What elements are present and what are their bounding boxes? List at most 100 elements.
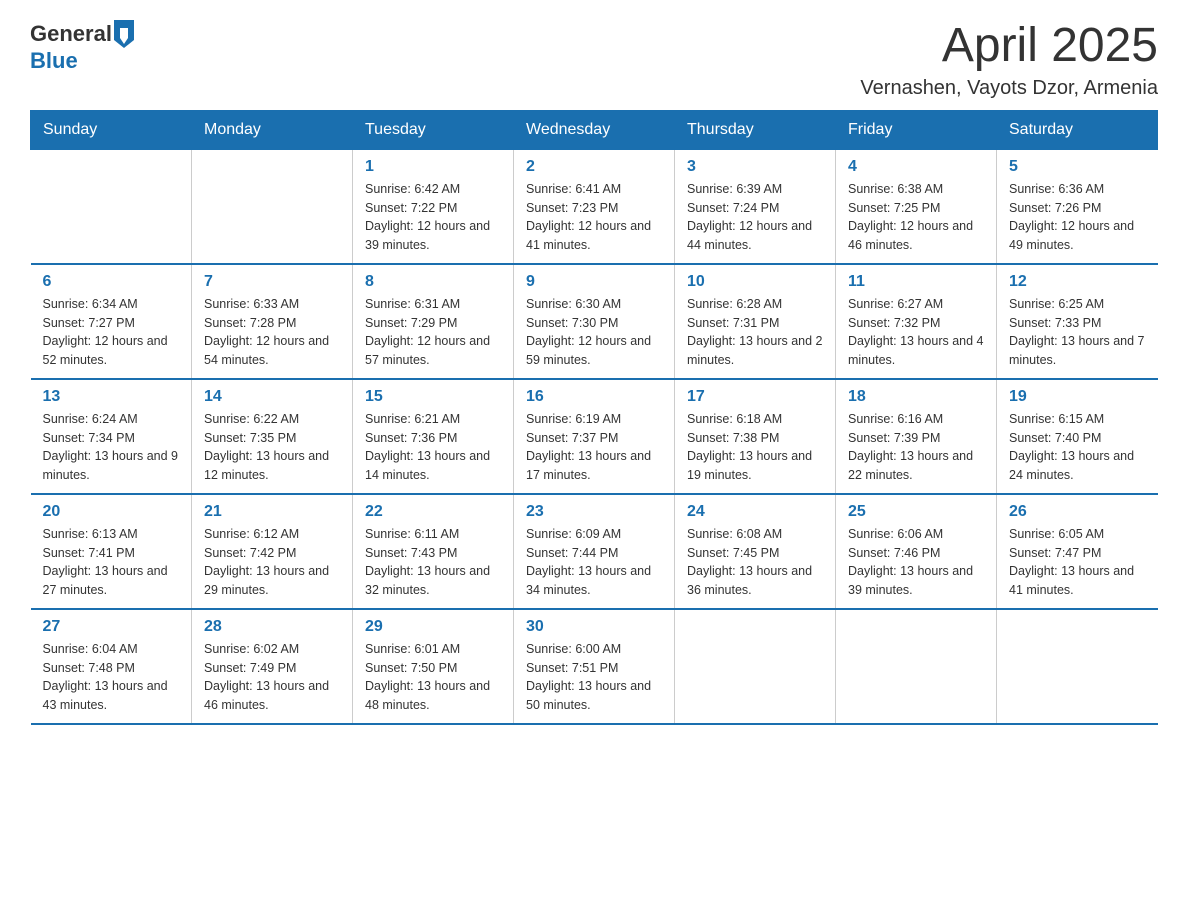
calendar-week-row: 1 Sunrise: 6:42 AMSunset: 7:22 PMDaylight… xyxy=(31,149,1158,264)
calendar-cell: 14 Sunrise: 6:22 AMSunset: 7:35 PMDayligh… xyxy=(192,379,353,494)
day-info: Sunrise: 6:04 AMSunset: 7:48 PMDaylight:… xyxy=(43,640,180,715)
day-info: Sunrise: 6:11 AMSunset: 7:43 PMDaylight:… xyxy=(365,525,501,600)
day-number: 22 xyxy=(365,503,501,521)
day-number: 13 xyxy=(43,388,180,406)
day-info: Sunrise: 6:30 AMSunset: 7:30 PMDaylight:… xyxy=(526,295,662,370)
day-number: 5 xyxy=(1009,158,1146,176)
logo-blue: Blue xyxy=(30,48,78,73)
title-block: April 2025 Vernashen, Vayots Dzor, Armen… xyxy=(860,20,1158,100)
day-info: Sunrise: 6:00 AMSunset: 7:51 PMDaylight:… xyxy=(526,640,662,715)
calendar-cell xyxy=(192,149,353,264)
day-info: Sunrise: 6:38 AMSunset: 7:25 PMDaylight:… xyxy=(848,180,984,255)
calendar-week-row: 20 Sunrise: 6:13 AMSunset: 7:41 PMDayligh… xyxy=(31,494,1158,609)
day-number: 30 xyxy=(526,618,662,636)
calendar-cell: 8 Sunrise: 6:31 AMSunset: 7:29 PMDaylight… xyxy=(353,264,514,379)
calendar-day-header-thursday: Thursday xyxy=(675,110,836,149)
calendar-cell: 7Sunrise: 6:33 AMSunset: 7:28 PMDaylight… xyxy=(192,264,353,379)
calendar-cell: 11 Sunrise: 6:27 AMSunset: 7:32 PMDayligh… xyxy=(836,264,997,379)
calendar-cell: 27 Sunrise: 6:04 AMSunset: 7:48 PMDayligh… xyxy=(31,609,192,724)
calendar-cell xyxy=(997,609,1158,724)
day-number: 9 xyxy=(526,273,662,291)
day-number: 27 xyxy=(43,618,180,636)
day-number: 7 xyxy=(204,273,340,291)
calendar-cell: 24Sunrise: 6:08 AMSunset: 7:45 PMDayligh… xyxy=(675,494,836,609)
calendar-cell: 3Sunrise: 6:39 AMSunset: 7:24 PMDaylight… xyxy=(675,149,836,264)
day-info: Sunrise: 6:31 AMSunset: 7:29 PMDaylight:… xyxy=(365,295,501,370)
day-info: Sunrise: 6:05 AMSunset: 7:47 PMDaylight:… xyxy=(1009,525,1146,600)
day-info: Sunrise: 6:28 AMSunset: 7:31 PMDaylight:… xyxy=(687,295,823,370)
day-info: Sunrise: 6:21 AMSunset: 7:36 PMDaylight:… xyxy=(365,410,501,485)
calendar-cell: 2 Sunrise: 6:41 AMSunset: 7:23 PMDaylight… xyxy=(514,149,675,264)
day-number: 10 xyxy=(687,273,823,291)
day-number: 6 xyxy=(43,273,180,291)
day-info: Sunrise: 6:06 AMSunset: 7:46 PMDaylight:… xyxy=(848,525,984,600)
calendar-week-row: 6 Sunrise: 6:34 AMSunset: 7:27 PMDaylight… xyxy=(31,264,1158,379)
logo-icon xyxy=(114,20,134,48)
calendar-cell xyxy=(836,609,997,724)
day-number: 20 xyxy=(43,503,180,521)
day-info: Sunrise: 6:22 AMSunset: 7:35 PMDaylight:… xyxy=(204,410,340,485)
day-number: 16 xyxy=(526,388,662,406)
day-number: 23 xyxy=(526,503,662,521)
day-info: Sunrise: 6:16 AMSunset: 7:39 PMDaylight:… xyxy=(848,410,984,485)
calendar-cell: 18 Sunrise: 6:16 AMSunset: 7:39 PMDayligh… xyxy=(836,379,997,494)
calendar-day-header-wednesday: Wednesday xyxy=(514,110,675,149)
day-info: Sunrise: 6:01 AMSunset: 7:50 PMDaylight:… xyxy=(365,640,501,715)
day-number: 2 xyxy=(526,158,662,176)
day-info: Sunrise: 6:08 AMSunset: 7:45 PMDaylight:… xyxy=(687,525,823,600)
calendar-cell: 29 Sunrise: 6:01 AMSunset: 7:50 PMDayligh… xyxy=(353,609,514,724)
day-number: 8 xyxy=(365,273,501,291)
calendar-cell: 22 Sunrise: 6:11 AMSunset: 7:43 PMDayligh… xyxy=(353,494,514,609)
day-info: Sunrise: 6:24 AMSunset: 7:34 PMDaylight:… xyxy=(43,410,180,485)
calendar-cell: 23Sunrise: 6:09 AMSunset: 7:44 PMDayligh… xyxy=(514,494,675,609)
calendar-cell: 21Sunrise: 6:12 AMSunset: 7:42 PMDayligh… xyxy=(192,494,353,609)
calendar-body: 1 Sunrise: 6:42 AMSunset: 7:22 PMDaylight… xyxy=(31,149,1158,724)
calendar-cell: 15 Sunrise: 6:21 AMSunset: 7:36 PMDayligh… xyxy=(353,379,514,494)
calendar-week-row: 13 Sunrise: 6:24 AMSunset: 7:34 PMDayligh… xyxy=(31,379,1158,494)
day-number: 19 xyxy=(1009,388,1146,406)
day-number: 11 xyxy=(848,273,984,291)
day-number: 15 xyxy=(365,388,501,406)
page-header: General Blue April 2025 Vernashen, Vayot… xyxy=(30,20,1158,100)
day-info: Sunrise: 6:13 AMSunset: 7:41 PMDaylight:… xyxy=(43,525,180,600)
calendar-cell xyxy=(31,149,192,264)
day-info: Sunrise: 6:36 AMSunset: 7:26 PMDaylight:… xyxy=(1009,180,1146,255)
calendar-cell: 25 Sunrise: 6:06 AMSunset: 7:46 PMDayligh… xyxy=(836,494,997,609)
day-number: 1 xyxy=(365,158,501,176)
logo: General Blue xyxy=(30,20,132,74)
calendar-cell: 4 Sunrise: 6:38 AMSunset: 7:25 PMDaylight… xyxy=(836,149,997,264)
calendar-day-header-friday: Friday xyxy=(836,110,997,149)
day-info: Sunrise: 6:02 AMSunset: 7:49 PMDaylight:… xyxy=(204,640,340,715)
calendar-header: SundayMondayTuesdayWednesdayThursdayFrid… xyxy=(31,110,1158,149)
calendar-cell: 9 Sunrise: 6:30 AMSunset: 7:30 PMDaylight… xyxy=(514,264,675,379)
day-number: 17 xyxy=(687,388,823,406)
day-number: 18 xyxy=(848,388,984,406)
calendar-cell: 1 Sunrise: 6:42 AMSunset: 7:22 PMDaylight… xyxy=(353,149,514,264)
page-subtitle: Vernashen, Vayots Dzor, Armenia xyxy=(860,77,1158,100)
calendar-cell: 16Sunrise: 6:19 AMSunset: 7:37 PMDayligh… xyxy=(514,379,675,494)
day-info: Sunrise: 6:39 AMSunset: 7:24 PMDaylight:… xyxy=(687,180,823,255)
day-number: 28 xyxy=(204,618,340,636)
day-info: Sunrise: 6:15 AMSunset: 7:40 PMDaylight:… xyxy=(1009,410,1146,485)
calendar-cell: 6 Sunrise: 6:34 AMSunset: 7:27 PMDaylight… xyxy=(31,264,192,379)
day-number: 4 xyxy=(848,158,984,176)
calendar-cell: 5 Sunrise: 6:36 AMSunset: 7:26 PMDaylight… xyxy=(997,149,1158,264)
calendar-cell: 30 Sunrise: 6:00 AMSunset: 7:51 PMDayligh… xyxy=(514,609,675,724)
day-number: 25 xyxy=(848,503,984,521)
day-info: Sunrise: 6:41 AMSunset: 7:23 PMDaylight:… xyxy=(526,180,662,255)
calendar-table: SundayMondayTuesdayWednesdayThursdayFrid… xyxy=(30,110,1158,725)
day-info: Sunrise: 6:42 AMSunset: 7:22 PMDaylight:… xyxy=(365,180,501,255)
logo-general: General xyxy=(30,21,112,47)
calendar-cell xyxy=(675,609,836,724)
day-number: 14 xyxy=(204,388,340,406)
day-info: Sunrise: 6:12 AMSunset: 7:42 PMDaylight:… xyxy=(204,525,340,600)
calendar-day-header-monday: Monday xyxy=(192,110,353,149)
day-info: Sunrise: 6:34 AMSunset: 7:27 PMDaylight:… xyxy=(43,295,180,370)
day-number: 29 xyxy=(365,618,501,636)
calendar-day-header-tuesday: Tuesday xyxy=(353,110,514,149)
calendar-cell: 13 Sunrise: 6:24 AMSunset: 7:34 PMDayligh… xyxy=(31,379,192,494)
calendar-header-row: SundayMondayTuesdayWednesdayThursdayFrid… xyxy=(31,110,1158,149)
day-info: Sunrise: 6:27 AMSunset: 7:32 PMDaylight:… xyxy=(848,295,984,370)
calendar-week-row: 27 Sunrise: 6:04 AMSunset: 7:48 PMDayligh… xyxy=(31,609,1158,724)
calendar-cell: 19 Sunrise: 6:15 AMSunset: 7:40 PMDayligh… xyxy=(997,379,1158,494)
